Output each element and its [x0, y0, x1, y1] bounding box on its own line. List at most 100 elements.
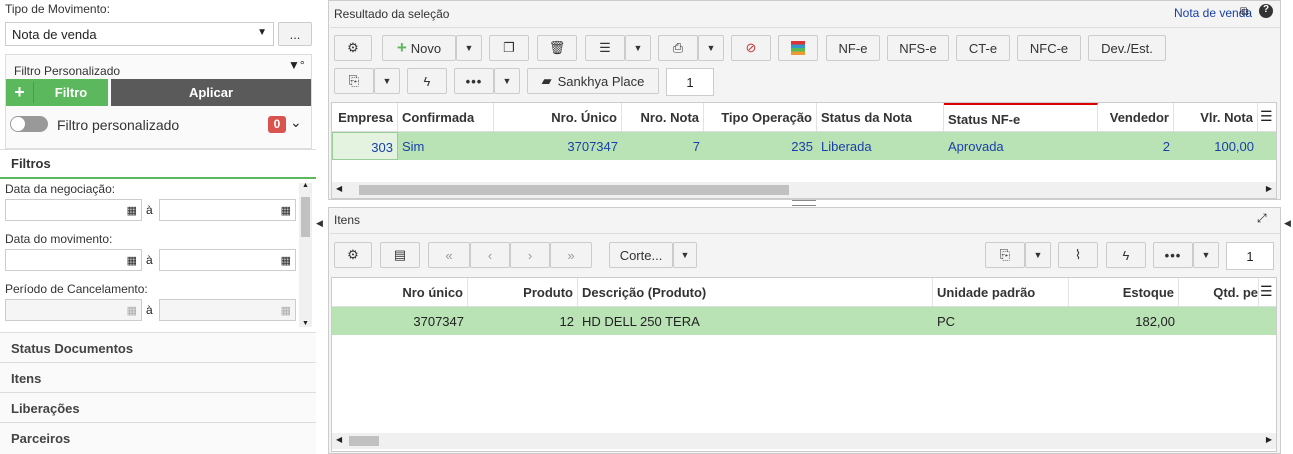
plus-icon: + — [6, 82, 34, 103]
novo-label: Novo — [410, 40, 442, 56]
sankhya-place-button[interactable]: ▰ Sankhya Place — [527, 68, 659, 94]
more-button[interactable]: ... — [278, 22, 312, 46]
splitter-handle[interactable] — [792, 200, 816, 206]
col-header[interactable]: Nro. Único — [494, 103, 622, 131]
horizontal-scrollbar[interactable]: ◀ ▶ — [332, 182, 1276, 198]
cte-button[interactable]: CT-e — [956, 35, 1010, 61]
col-header[interactable]: Unidade padrão — [933, 278, 1069, 306]
horizontal-scrollbar[interactable]: ◀ ▶ — [332, 433, 1276, 449]
prev-page-icon[interactable]: ‹ — [470, 242, 510, 268]
date-negociacao-end[interactable]: ▦ — [159, 199, 296, 221]
print-icon[interactable]: ⎙ — [658, 35, 698, 61]
export-icon[interactable]: ⎘ — [985, 242, 1025, 268]
section-status-documentos[interactable]: Status Documentos — [0, 332, 316, 362]
collapse-right-icon[interactable]: ◀ — [1284, 218, 1291, 229]
filtros-scrollbar[interactable]: ▲ ▼ — [299, 182, 312, 327]
corte-dropdown-icon[interactable]: ▼ — [673, 242, 697, 268]
corte-button[interactable]: Corte... — [609, 242, 673, 268]
tipo-movimento-value: Nota de venda — [12, 26, 97, 42]
print-dropdown-icon[interactable]: ▼ — [698, 35, 724, 61]
more-actions-icon[interactable]: ••• — [454, 68, 494, 94]
col-header[interactable]: Status NF-e — [944, 103, 1098, 131]
filtro-personalizado-title: Filtro Personalizado — [14, 64, 121, 78]
calendar-icon: ▦ — [280, 255, 291, 267]
col-header[interactable]: Tipo Operação — [704, 103, 817, 131]
cancel-doc-icon[interactable]: ⊘ — [731, 35, 771, 61]
plus-icon: + — [396, 38, 407, 57]
list-icon[interactable]: ☰ — [585, 35, 625, 61]
chart-icon[interactable] — [778, 35, 818, 61]
expand-icon[interactable]: ⤢ — [1257, 211, 1267, 226]
a-label: à — [146, 253, 153, 267]
page-input[interactable]: 1 — [1226, 242, 1274, 270]
attach-icon[interactable]: ⌇ — [1058, 242, 1098, 268]
list-dropdown-icon[interactable]: ▼ — [625, 35, 651, 61]
columns-menu-icon[interactable]: ☰ — [1260, 108, 1273, 125]
calendar-icon: ▦ — [280, 205, 291, 217]
columns-menu-icon[interactable]: ☰ — [1260, 283, 1273, 300]
filtro-toggle[interactable] — [10, 116, 48, 132]
next-page-icon[interactable]: › — [510, 242, 550, 268]
col-header[interactable]: Vlr. Nota — [1174, 103, 1258, 131]
novo-dropdown-icon[interactable]: ▼ — [456, 35, 482, 61]
date-movimento-start[interactable]: ▦ — [5, 249, 142, 271]
tipo-movimento-select[interactable]: Nota de venda ▼ — [5, 22, 274, 46]
date-movimento-end[interactable]: ▦ — [159, 249, 296, 271]
export-dropdown-icon[interactable]: ▼ — [374, 68, 400, 94]
col-header[interactable]: Vendedor — [1098, 103, 1174, 131]
cancelamento-start[interactable]: ▦ — [5, 299, 142, 321]
more-dropdown-icon[interactable]: ▼ — [494, 68, 520, 94]
settings-gear-icon[interactable]: ⚙ — [334, 35, 372, 61]
col-header[interactable]: Status da Nota — [817, 103, 944, 131]
nfe-button[interactable]: NF-e — [826, 35, 880, 61]
copy-icon[interactable]: ❐ — [489, 35, 529, 61]
chevron-down-icon[interactable]: ⌄ — [290, 114, 302, 131]
more-dropdown-icon[interactable]: ▼ — [1193, 242, 1219, 268]
table-row[interactable]: 303 Sim 3707347 7 235 Liberada Aprovada … — [332, 132, 1276, 160]
chevron-down-icon: ▼ — [257, 27, 267, 38]
calendar-icon: ▦ — [280, 305, 291, 317]
first-page-icon[interactable]: « — [428, 242, 470, 268]
aplicar-button[interactable]: Aplicar — [111, 79, 311, 106]
col-header[interactable]: Confirmada — [398, 103, 494, 131]
nfce-button[interactable]: NFC-e — [1017, 35, 1081, 61]
collapse-left-icon[interactable]: ◀ — [316, 218, 323, 229]
section-itens[interactable]: Itens — [0, 362, 316, 392]
filter-settings-icon[interactable]: ▼° — [288, 58, 305, 72]
dev-est-button[interactable]: Dev./Est. — [1088, 35, 1166, 61]
cell: 182,00 — [1135, 314, 1175, 329]
col-header[interactable]: Nro. Nota — [622, 103, 704, 131]
cell: Sim — [402, 139, 425, 154]
novo-button[interactable]: + Novo — [382, 35, 456, 61]
section-liberacoes[interactable]: Liberações — [0, 392, 316, 422]
col-header[interactable]: Estoque — [1069, 278, 1179, 306]
col-header[interactable]: Empresa — [332, 103, 398, 131]
trash-icon[interactable]: 🗑 — [537, 35, 577, 61]
help-icon[interactable]: ? — [1259, 4, 1273, 18]
date-negociacao-start[interactable]: ▦ — [5, 199, 142, 221]
lightning-icon[interactable]: ϟ — [1106, 242, 1146, 268]
export-dropdown-icon[interactable]: ▼ — [1025, 242, 1051, 268]
itens-title: Itens — [334, 213, 361, 227]
nfse-button[interactable]: NFS-e — [887, 35, 949, 61]
cell: HD DELL 250 TERA — [582, 314, 700, 329]
settings-gear-icon[interactable]: ⚙ — [334, 242, 372, 268]
cancelamento-end[interactable]: ▦ — [159, 299, 296, 321]
col-header[interactable]: Qtd. pe — [1179, 278, 1259, 306]
col-header[interactable]: Produto — [468, 278, 578, 306]
form-view-icon[interactable]: ▤ — [380, 242, 420, 268]
table-row[interactable]: 3707347 12 HD DELL 250 TERA PC 182,00 — [332, 307, 1276, 335]
last-page-icon[interactable]: » — [550, 242, 592, 268]
filtros-header[interactable]: Filtros — [0, 149, 316, 179]
tipo-movimento-label: Tipo de Movimento: — [5, 2, 110, 16]
col-header[interactable]: Nro único — [332, 278, 468, 306]
export-icon[interactable]: ⎘ — [334, 68, 374, 94]
col-header[interactable]: Descrição (Produto) — [578, 278, 933, 306]
lightning-icon[interactable]: ϟ — [407, 68, 447, 94]
section-parceiros[interactable]: Parceiros — [0, 422, 316, 454]
page-input[interactable]: 1 — [666, 68, 714, 96]
more-actions-icon[interactable]: ••• — [1153, 242, 1193, 268]
window-icon[interactable]: ⧉ — [1240, 4, 1249, 19]
filtro-button[interactable]: + Filtro — [6, 79, 108, 106]
calendar-icon: ▦ — [126, 205, 137, 217]
